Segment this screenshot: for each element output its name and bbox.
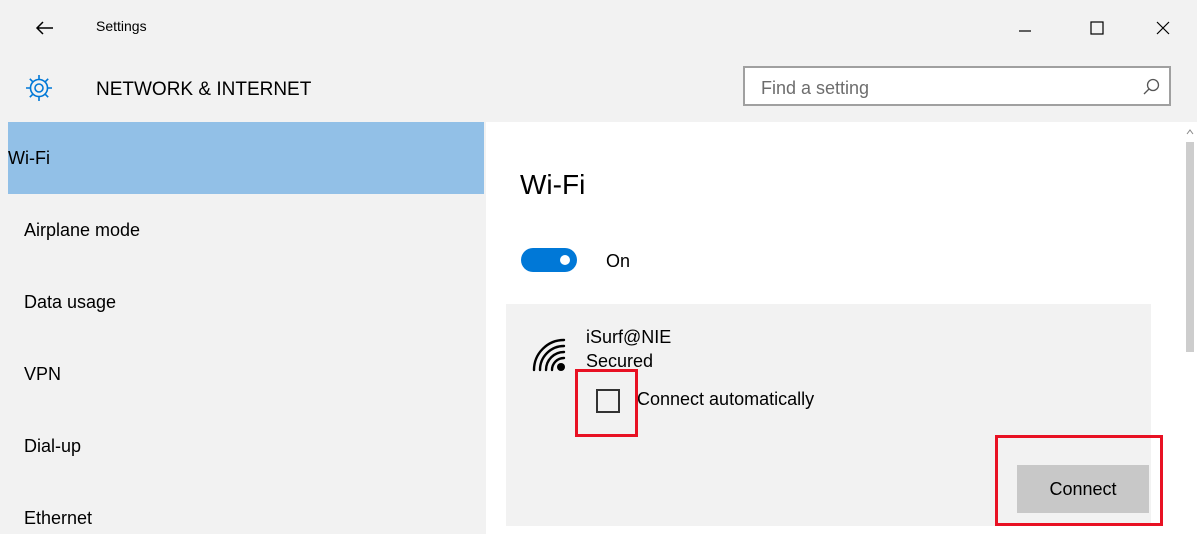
chevron-up-icon[interactable] (1186, 128, 1194, 136)
back-arrow-icon (35, 21, 53, 35)
minimize-icon (1019, 30, 1031, 32)
back-button[interactable] (30, 14, 58, 42)
main-content: Wi-Fi On iSurf@NIE Secured Connect autom… (486, 122, 1197, 534)
sidebar-item-dial-up[interactable]: Dial-up (8, 410, 484, 482)
checkbox-highlight (575, 369, 638, 437)
sidebar-item-ethernet[interactable]: Ethernet (8, 482, 484, 554)
sidebar-item-data-usage[interactable]: Data usage (8, 266, 484, 338)
title-bar: Settings (0, 0, 1197, 56)
wifi-secured-icon (532, 338, 566, 372)
window-title: Settings (96, 18, 147, 34)
connect-highlight (995, 435, 1163, 526)
network-name: iSurf@NIE (586, 327, 672, 347)
sidebar-item-vpn[interactable]: VPN (8, 338, 484, 410)
minimize-button[interactable] (1005, 10, 1045, 46)
sidebar-item-label: Airplane mode (24, 219, 141, 240)
sidebar-item-wifi[interactable]: Wi-Fi (8, 122, 484, 194)
sidebar: Wi-Fi Airplane mode Data usage VPN Dial-… (0, 122, 486, 534)
toggle-knob (560, 255, 570, 265)
sidebar-item-airplane-mode[interactable]: Airplane mode (8, 194, 484, 266)
wifi-toggle[interactable] (521, 248, 577, 272)
search-input[interactable]: Find a setting (761, 78, 869, 99)
scrollbar-thumb[interactable] (1186, 142, 1194, 352)
search-icon[interactable] (1141, 77, 1161, 97)
close-button[interactable] (1143, 10, 1183, 46)
sidebar-item-label: Ethernet (24, 507, 93, 528)
sidebar-item-label: Data usage (24, 291, 117, 312)
gear-icon (26, 75, 52, 101)
toggle-label: On (606, 251, 631, 271)
sidebar-item-label: Wi-Fi (8, 147, 50, 168)
close-icon (1156, 21, 1170, 35)
header: NETWORK & INTERNET Find a setting (0, 56, 1197, 122)
maximize-icon (1090, 21, 1104, 35)
scrollbar[interactable] (1183, 122, 1197, 534)
sidebar-item-label: VPN (24, 363, 62, 384)
sidebar-item-label: Dial-up (24, 435, 82, 456)
page-title: Wi-Fi (520, 169, 586, 200)
search-box[interactable]: Find a setting (743, 66, 1171, 106)
section-title: NETWORK & INTERNET (96, 79, 312, 100)
connect-automatically-label[interactable]: Connect automatically (637, 389, 814, 410)
maximize-button[interactable] (1077, 10, 1117, 46)
